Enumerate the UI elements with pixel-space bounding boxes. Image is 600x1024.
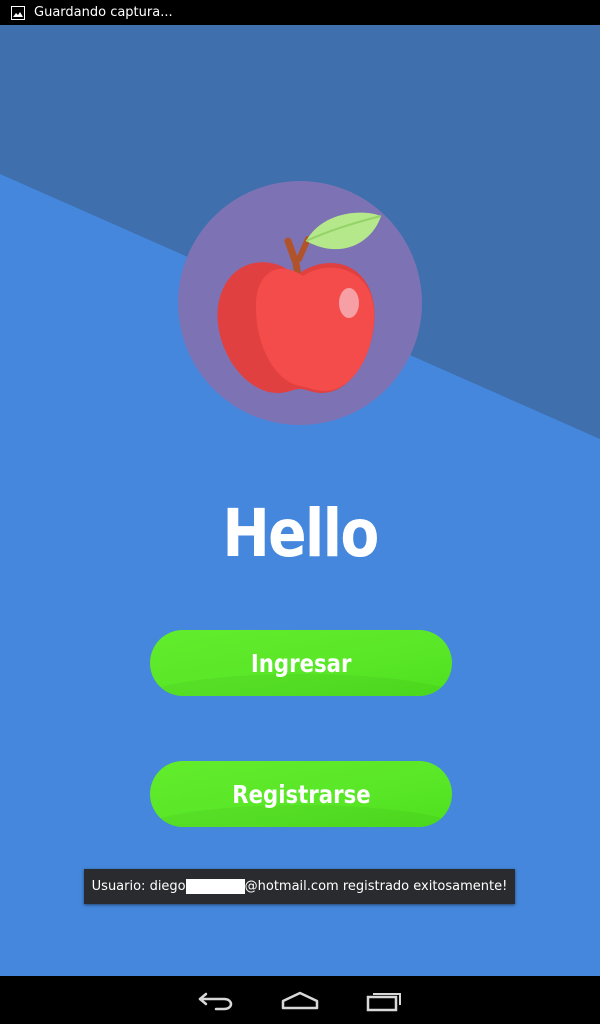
status-notification-text: Guardando captura... bbox=[34, 5, 173, 20]
toast-prefix: Usuario: diego bbox=[91, 879, 186, 894]
back-icon[interactable] bbox=[196, 988, 236, 1012]
home-icon[interactable] bbox=[280, 988, 320, 1012]
login-button-label: Ingresar bbox=[250, 648, 352, 678]
apple-icon bbox=[178, 181, 422, 425]
register-button-label: Registrarse bbox=[231, 779, 371, 809]
page-title: Hello bbox=[222, 495, 379, 572]
recents-icon[interactable] bbox=[364, 988, 404, 1012]
toast-message: Usuario: diego @hotmail.com registrado ex… bbox=[84, 869, 515, 904]
login-button[interactable]: Ingresar bbox=[150, 630, 452, 696]
toast-suffix: @hotmail.com registrado exitosamente! bbox=[244, 879, 508, 894]
redaction-box bbox=[185, 879, 245, 894]
app-screen: Hello Ingresar Registrarse Usuario: dieg… bbox=[0, 25, 600, 976]
status-bar: Guardando captura... bbox=[0, 0, 600, 25]
navigation-bar bbox=[0, 976, 600, 1024]
image-icon bbox=[11, 5, 25, 20]
register-button[interactable]: Registrarse bbox=[150, 761, 452, 827]
